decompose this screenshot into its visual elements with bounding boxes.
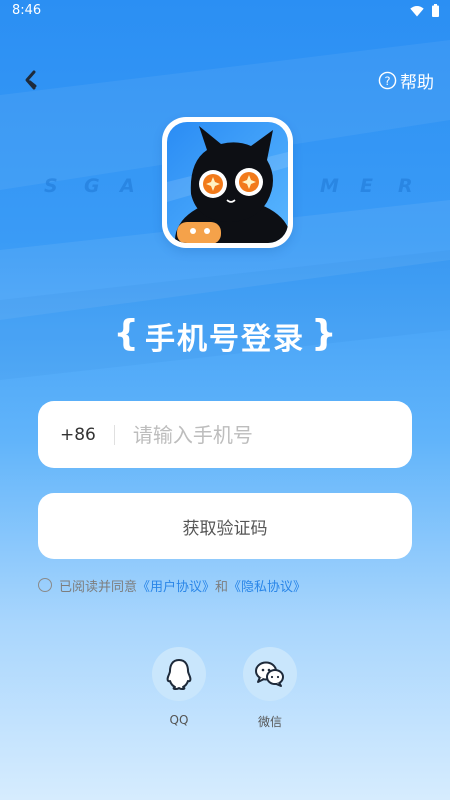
brand-letter: M (320, 175, 339, 197)
get-code-button[interactable]: 获取验证码 (38, 493, 412, 559)
help-icon: ? (378, 71, 397, 89)
help-label: 帮助 (400, 72, 434, 93)
qq-label: QQ (169, 713, 189, 727)
app-logo (162, 117, 293, 248)
country-code[interactable]: +86 (60, 425, 96, 445)
title-brace-right: } (311, 313, 337, 354)
brand-letter: S (44, 175, 58, 197)
battery-icon (432, 4, 439, 17)
qq-login-button[interactable]: QQ (152, 647, 206, 727)
brand-letter: R (398, 175, 413, 197)
user-agreement-link[interactable]: 《用户协议》 (137, 576, 215, 595)
phone-input[interactable] (130, 421, 405, 448)
title-brace-left: { (113, 313, 139, 354)
page-title: 手机号登录 (145, 322, 305, 357)
brand-letter: G (84, 175, 100, 197)
agree-checkbox[interactable] (38, 578, 52, 592)
wifi-icon (410, 6, 424, 17)
back-icon[interactable] (18, 66, 46, 94)
title-row: { 手机号登录 } (0, 313, 450, 359)
status-bar: 8:46 (0, 0, 450, 24)
status-time: 8:46 (12, 3, 42, 18)
qq-icon (166, 659, 192, 690)
cat-mascot-icon (167, 122, 288, 243)
svg-text:?: ? (384, 73, 390, 87)
brand-letter: E (360, 175, 373, 197)
wechat-icon (255, 661, 284, 687)
wechat-icon-circle (243, 647, 297, 701)
agreement-prefix: 已阅读并同意 (59, 579, 138, 595)
wechat-label: 微信 (257, 715, 282, 729)
agreement-row: 已阅读并同意 《用户协议》 和 《隐私协议》 (38, 576, 306, 595)
qq-icon-circle (152, 647, 206, 701)
help-button[interactable]: ? 帮助 (378, 67, 434, 93)
wechat-login-button[interactable]: 微信 (243, 647, 297, 730)
brand-letter: A (120, 175, 135, 197)
privacy-policy-link[interactable]: 《隐私协议》 (228, 576, 306, 595)
input-divider (113, 424, 115, 445)
phone-input-card: +86 (38, 401, 412, 468)
agreement-conjunction: 和 (215, 579, 229, 595)
